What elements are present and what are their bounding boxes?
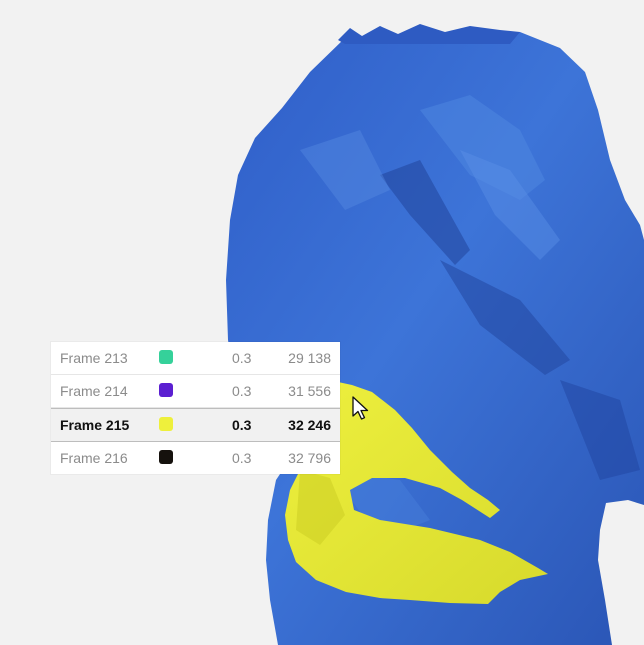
frame-opacity: 0.3: [232, 417, 252, 433]
frame-opacity: 0.3: [232, 350, 252, 366]
frames-table: Frame 213 0.3 29 138 Frame 214 0.3 31 556 Fram…: [51, 342, 340, 474]
frame-opacity: 0.3: [232, 450, 252, 466]
frame-row[interactable]: Frame 213 0.3 29 138: [51, 342, 340, 375]
frame-opacity: 0.3: [232, 383, 252, 399]
frame-color-swatch[interactable]: [159, 383, 173, 397]
frame-point-count: 32 796: [288, 450, 331, 466]
frame-name: Frame 213: [60, 350, 128, 366]
frame-color-swatch[interactable]: [159, 417, 173, 431]
frame-color-swatch[interactable]: [159, 350, 173, 364]
3d-viewport[interactable]: [0, 0, 644, 645]
frame-row[interactable]: Frame 214 0.3 31 556: [51, 375, 340, 408]
frame-row[interactable]: Frame 216 0.3 32 796: [51, 442, 340, 474]
frame-name: Frame 214: [60, 383, 128, 399]
frame-name: Frame 216: [60, 450, 128, 466]
frame-point-count: 29 138: [288, 350, 331, 366]
frame-name: Frame 215: [60, 417, 130, 433]
frame-row[interactable]: Frame 215 0.3 32 246: [51, 408, 340, 442]
frame-color-swatch[interactable]: [159, 450, 173, 464]
frame-point-count: 32 246: [288, 417, 331, 433]
mesh-render: [226, 24, 644, 645]
mouse-pointer-icon: [352, 396, 369, 420]
frame-point-count: 31 556: [288, 383, 331, 399]
